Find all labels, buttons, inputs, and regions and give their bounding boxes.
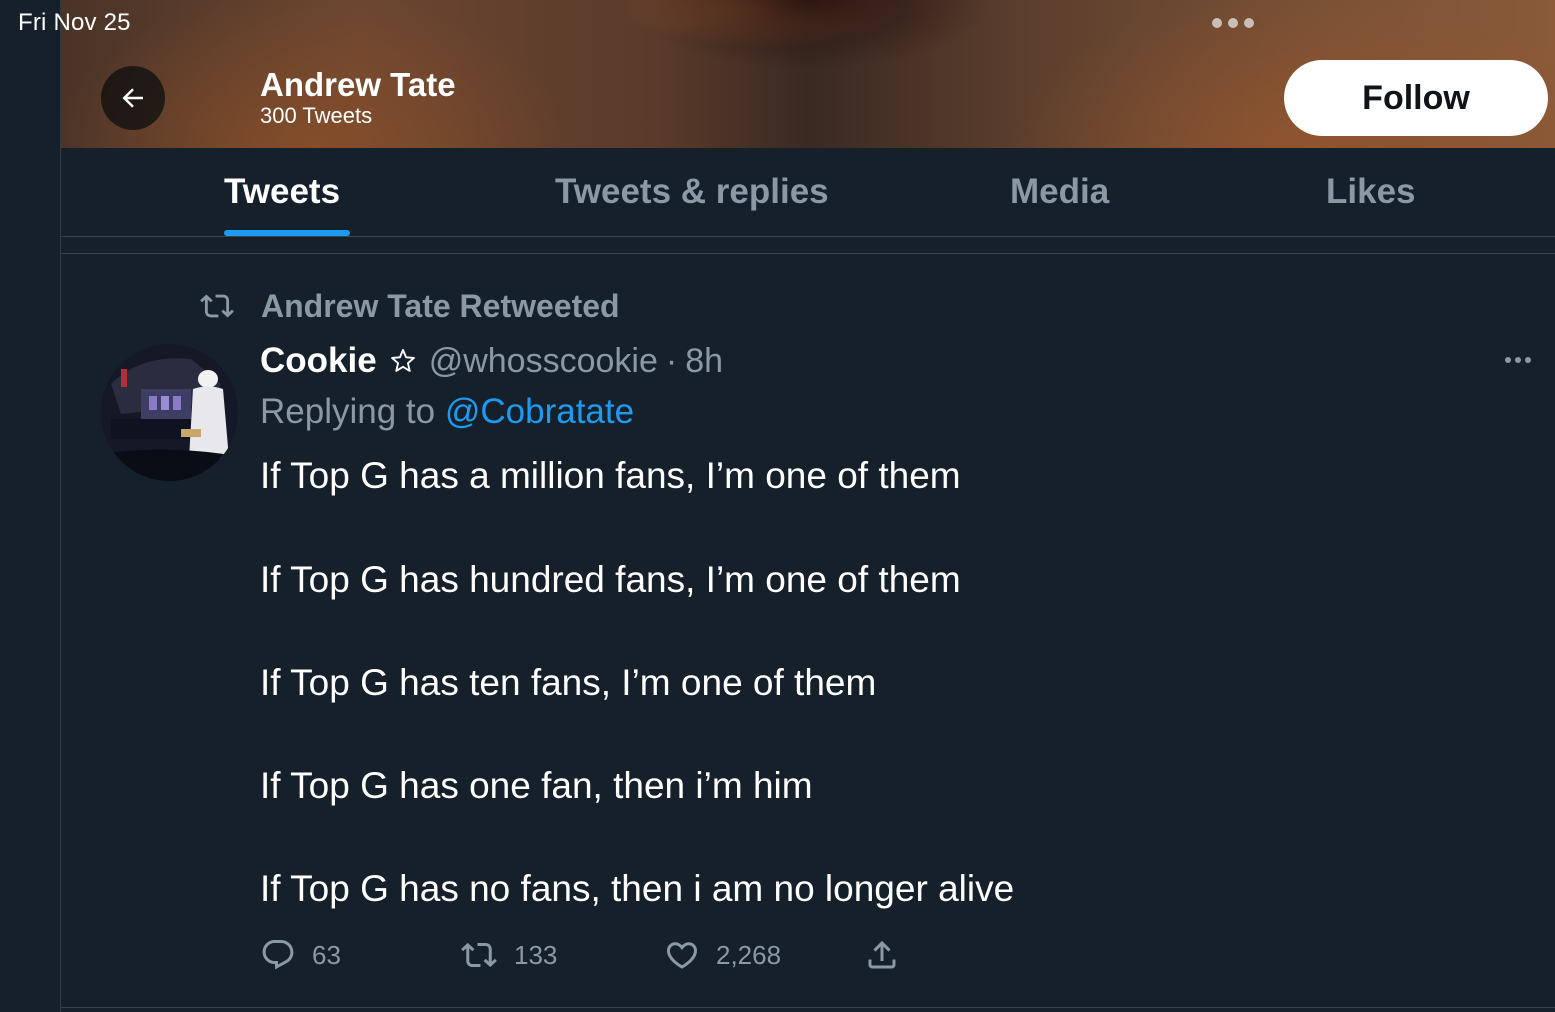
tweet-header: Cookie @whosscookie · 8h <box>260 338 723 384</box>
profile-name: Andrew Tate <box>260 66 456 103</box>
twitter-profile-page: Fri Nov 25 Andrew Tate 300 Tweets Follow… <box>0 0 1555 1012</box>
active-tab-indicator <box>224 230 350 236</box>
replying-to-prefix: Replying to <box>260 392 436 431</box>
retweet-icon <box>461 942 497 968</box>
tab-media[interactable]: Media <box>1010 172 1109 212</box>
tab-tweets-and-replies[interactable]: Tweets & replies <box>555 172 829 212</box>
heart-icon <box>666 942 698 969</box>
retweet-icon <box>200 294 234 318</box>
star-outline-icon <box>389 347 417 375</box>
tweet-timestamp[interactable]: 8h <box>685 342 723 381</box>
replying-to: Replying to @Cobratate <box>260 392 634 432</box>
tweet-count: 300 Tweets <box>260 103 373 128</box>
divider <box>61 253 1555 254</box>
author-handle[interactable]: @whosscookie <box>429 342 658 381</box>
profile-banner: Andrew Tate 300 Tweets Follow <box>61 0 1555 148</box>
reply-count: 63 <box>312 939 341 970</box>
status-bar-date: Fri Nov 25 <box>18 9 131 36</box>
retweet-button[interactable]: 133 <box>460 932 557 978</box>
arrow-left-icon <box>122 88 143 108</box>
left-rail <box>0 0 61 1012</box>
tweet-text-line: If Top G has hundred fans, I’m one of th… <box>260 559 961 600</box>
tweet-text-line: If Top G has a million fans, I’m one of … <box>260 455 961 496</box>
avatar[interactable] <box>101 344 238 481</box>
like-button[interactable]: 2,268 <box>664 932 781 978</box>
separator-dot: · <box>665 341 678 380</box>
multitasking-dots-icon[interactable] <box>1212 18 1254 28</box>
reply-icon <box>262 940 294 970</box>
back-button[interactable] <box>101 66 165 130</box>
tab-tweets[interactable]: Tweets <box>224 172 340 212</box>
profile-tabs: Tweets Tweets & replies Media Likes <box>61 148 1555 237</box>
retweet-context-label: Andrew Tate Retweeted <box>261 287 620 324</box>
more-options-icon[interactable] <box>1505 350 1539 370</box>
tab-likes[interactable]: Likes <box>1326 172 1416 212</box>
tweet-text-line: If Top G has no fans, then i am no longe… <box>260 868 1015 909</box>
replying-to-handle[interactable]: @Cobratate <box>445 392 634 431</box>
like-count: 2,268 <box>716 939 782 970</box>
divider <box>61 1007 1555 1008</box>
tweet-text-line: If Top G has one fan, then i’m him <box>260 765 813 806</box>
retweet-count: 133 <box>514 939 558 970</box>
reply-button[interactable]: 63 <box>260 932 341 978</box>
follow-button[interactable]: Follow <box>1284 60 1548 136</box>
avatar-image <box>101 344 238 481</box>
retweet-context[interactable]: Andrew Tate Retweeted <box>195 286 620 326</box>
author-name[interactable]: Cookie <box>260 341 377 381</box>
share-button[interactable] <box>864 932 900 978</box>
tweet-actions: 63 133 2,268 <box>260 932 960 978</box>
share-icon <box>868 940 896 969</box>
tweet-text-line: If Top G has ten fans, I’m one of them <box>260 662 877 703</box>
